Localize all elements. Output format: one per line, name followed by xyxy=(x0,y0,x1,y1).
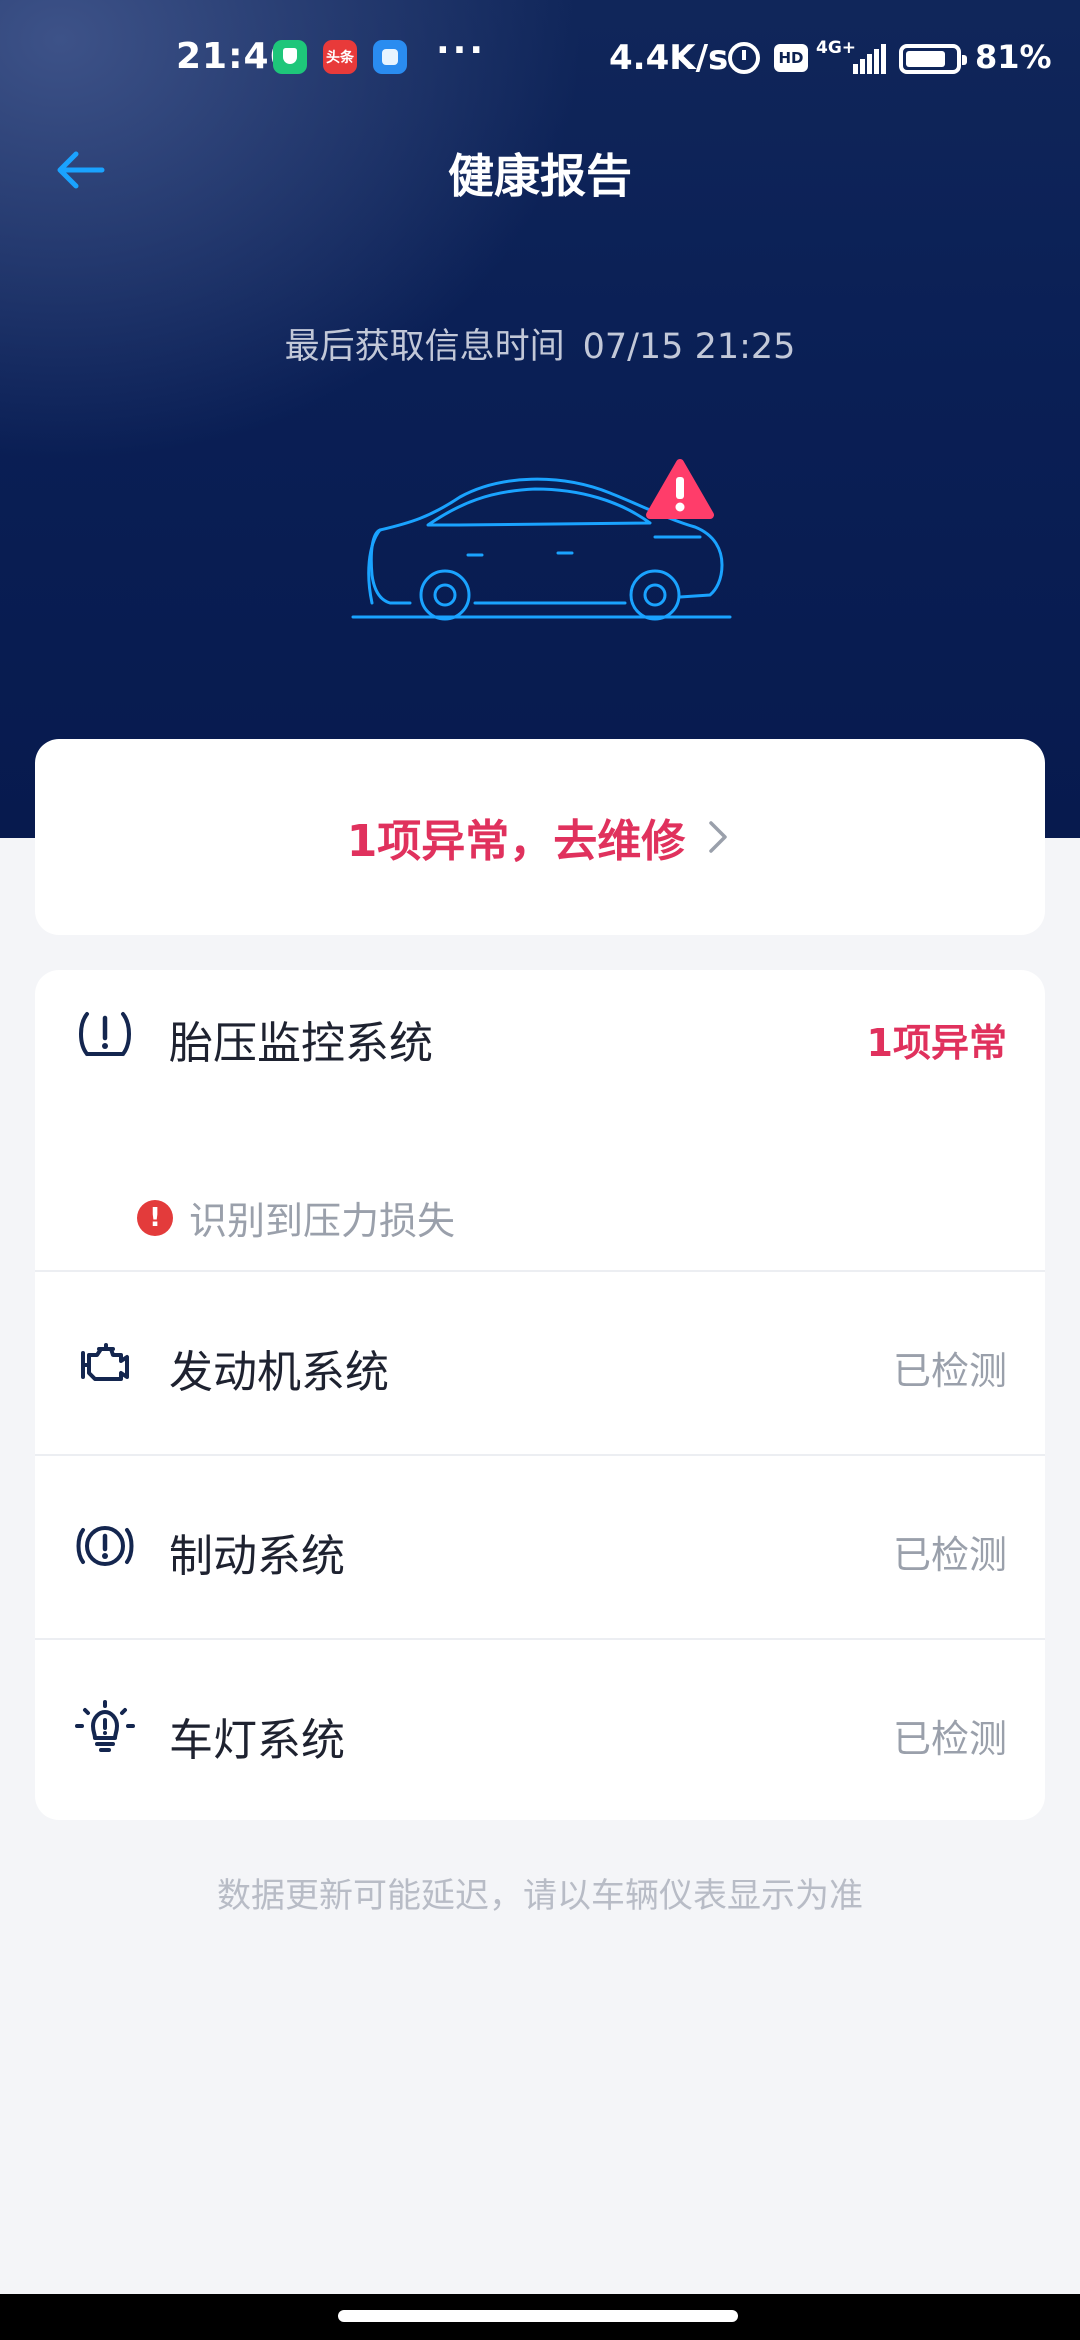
tire-alert: ! 识别到压力损失 xyxy=(137,1190,455,1245)
system-name: 发动机系统 xyxy=(169,1347,389,1398)
battery-percent: 81% xyxy=(975,38,1052,76)
system-name: 胎压监控系统 xyxy=(169,1018,433,1069)
toutiao-app-icon: 头条 xyxy=(323,40,357,74)
network-speed: 4.4K/s xyxy=(609,38,729,78)
chevron-right-icon xyxy=(709,821,728,853)
page-title: 健康报告 xyxy=(448,149,632,203)
system-row-engine[interactable]: 发动机系统 已检测 xyxy=(35,1272,1045,1454)
engine-icon xyxy=(81,1343,129,1381)
brake-icon xyxy=(76,1526,134,1566)
blue-app-icon xyxy=(373,40,407,74)
system-status: 已检测 xyxy=(892,1533,1007,1577)
hd-icon: HD xyxy=(774,44,808,72)
header-background xyxy=(0,0,1080,838)
more-notifications-icon: ··· xyxy=(436,30,487,71)
light-bulb-icon xyxy=(75,1700,135,1752)
tire-pressure-icon xyxy=(79,1012,131,1056)
system-status: 已检测 xyxy=(892,1717,1007,1761)
last-fetch-info: 最后获取信息时间 07/15 21:25 xyxy=(0,318,1080,369)
system-status: 已检测 xyxy=(892,1349,1007,1393)
signal-icon xyxy=(853,44,887,74)
repair-link-text: 1项异常，去维修 xyxy=(346,816,686,867)
repair-card[interactable]: 1项异常，去维修 xyxy=(35,739,1045,935)
last-fetch-time: 07/15 21:25 xyxy=(582,327,796,367)
last-fetch-label: 最后获取信息时间 xyxy=(284,327,565,367)
status-bar: 21:46 头条 ··· 4.4K/s HD 4G+ 81% xyxy=(0,0,1080,120)
home-gesture-handle[interactable] xyxy=(338,2310,738,2322)
system-name: 车灯系统 xyxy=(169,1715,345,1766)
data-delay-footnote: 数据更新可能延迟，请以车辆仪表显示为准 xyxy=(217,1876,863,1916)
tire-alert-text: 识别到压力损失 xyxy=(189,1199,456,1243)
alarm-icon xyxy=(728,42,760,74)
alert-circle-icon: ! xyxy=(137,1199,173,1236)
system-row-brake[interactable]: 制动系统 已检测 xyxy=(35,1456,1045,1638)
network-type: 4G+ xyxy=(816,38,857,58)
warning-triangle-icon xyxy=(646,459,714,519)
system-status-abnormal: 1项异常 xyxy=(866,1021,1007,1065)
system-row-lights[interactable]: 车灯系统 已检测 xyxy=(35,1640,1045,1820)
shield-app-icon xyxy=(273,40,307,74)
health-report-screen: 21:46 头条 ··· 4.4K/s HD 4G+ 81% 健康报告 最后获取… xyxy=(0,0,1080,2340)
battery-icon xyxy=(899,44,967,74)
car-warning-illustration xyxy=(351,459,732,621)
system-row-tire-pressure[interactable]: 胎压监控系统 1项异常 ! 识别到压力损失 xyxy=(35,970,1045,1270)
systems-card: 胎压监控系统 1项异常 ! 识别到压力损失 发动机系统 已检测 制动系统 已检测… xyxy=(35,970,1045,1820)
system-name: 制动系统 xyxy=(169,1531,345,1582)
battery-fill xyxy=(906,51,945,67)
